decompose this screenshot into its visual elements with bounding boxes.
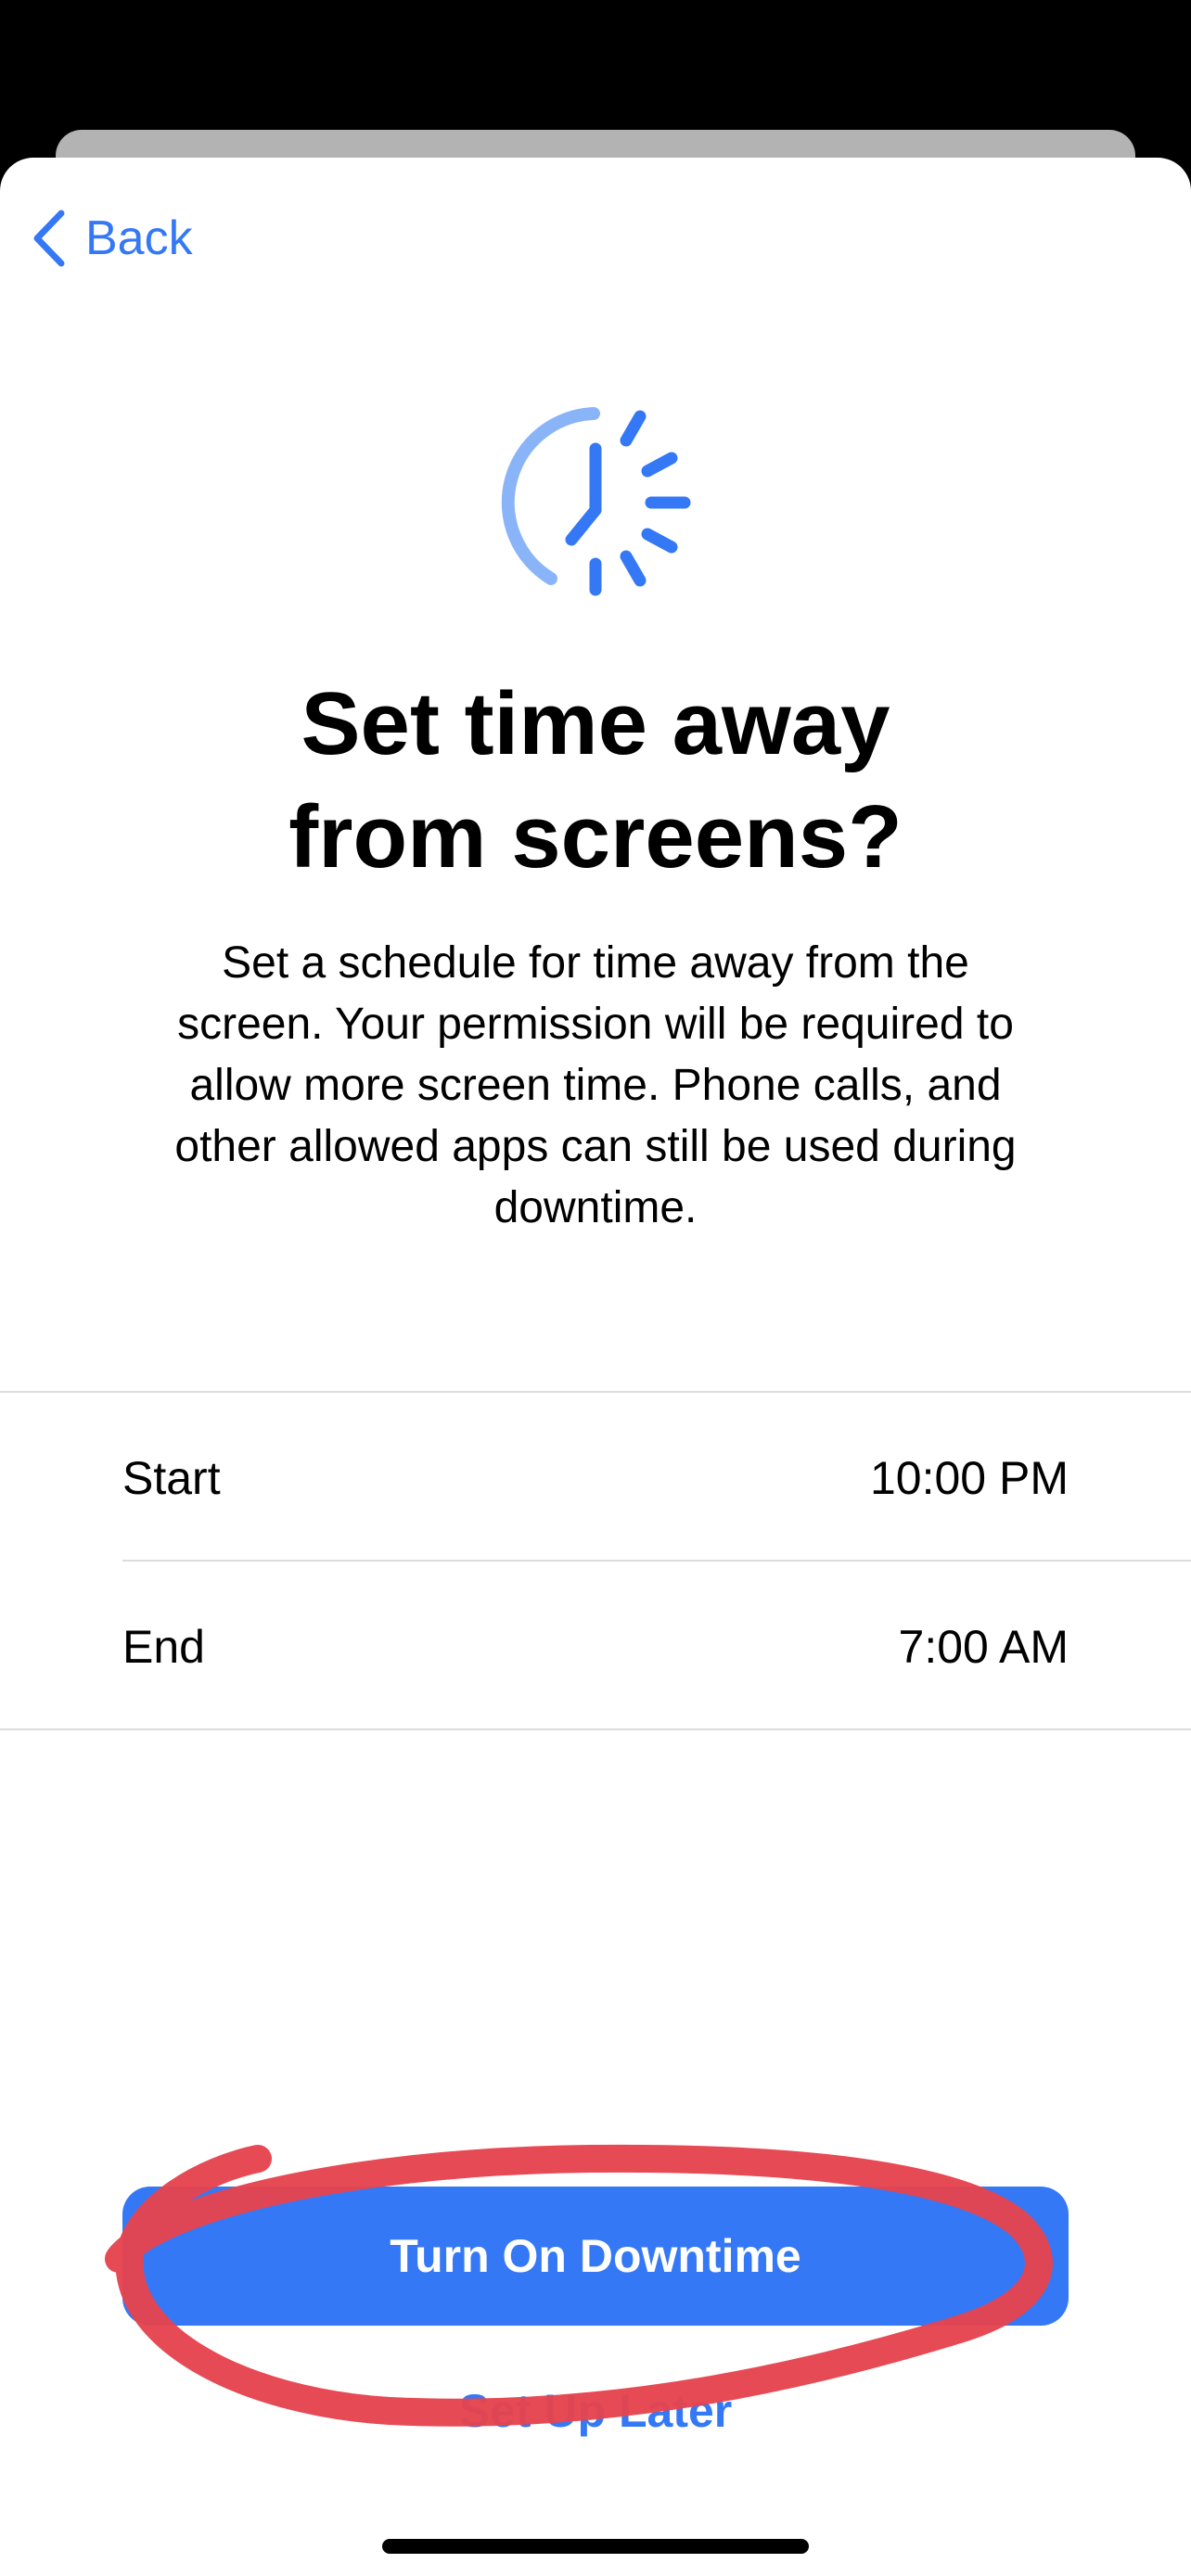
- page-description: Set a schedule for time away from the sc…: [174, 938, 1017, 1232]
- set-up-later-button[interactable]: Set Up Later: [122, 2374, 1069, 2448]
- schedule-row-divider: [122, 1560, 1191, 1562]
- schedule-bottom-divider: [0, 1728, 1191, 1730]
- start-time-row[interactable]: Start 10:00 PM: [122, 1395, 1069, 1562]
- end-time-row[interactable]: End 7:00 AM: [122, 1563, 1069, 1730]
- page-title: Set time away from screens?: [288, 674, 903, 886]
- schedule-top-divider: [0, 1391, 1191, 1393]
- start-time-value: 10:00 PM: [869, 1452, 1069, 1504]
- end-time-value: 7:00 AM: [898, 1621, 1069, 1673]
- start-time-label: Start: [122, 1452, 221, 1504]
- chevron-left-icon: [32, 210, 65, 267]
- screen: Back Set time away from screens? Set a s…: [0, 0, 1191, 2576]
- end-time-label: End: [122, 1621, 205, 1673]
- turn-on-downtime-button[interactable]: Turn On Downtime: [122, 2187, 1069, 2326]
- downtime-clock-icon: [493, 401, 698, 605]
- back-button[interactable]: Back: [32, 206, 193, 271]
- home-indicator[interactable]: [382, 2539, 809, 2554]
- back-label: Back: [85, 211, 193, 265]
